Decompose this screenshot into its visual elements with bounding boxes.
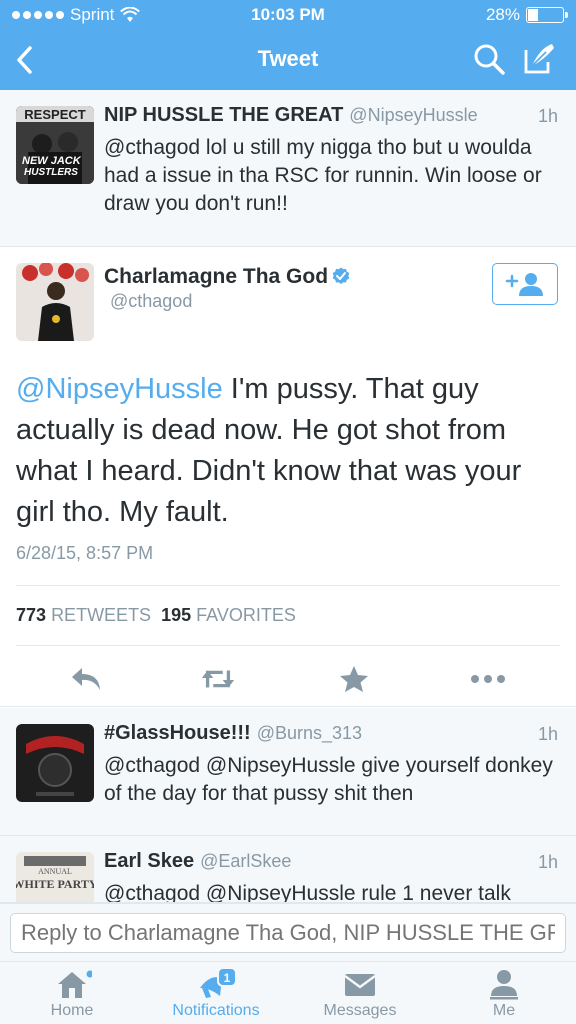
svg-text:ANNUAL: ANNUAL <box>38 867 72 876</box>
tweet-actions <box>0 659 576 699</box>
notification-badge: 1 <box>224 971 231 985</box>
mention-link[interactable]: @cthagod <box>104 136 200 159</box>
author-handle[interactable]: @EarlSkee <box>200 851 291 871</box>
tweet-text: @cthagod @NipseyHussle rule 1 never talk <box>104 882 511 903</box>
tab-messages[interactable]: Messages <box>288 962 432 1024</box>
author-name[interactable]: Earl Skee <box>104 850 194 872</box>
navigation-bar: Tweet <box>0 32 576 86</box>
status-bar: Sprint 10:03 PM 28% <box>0 0 576 30</box>
tab-label: Messages <box>323 1002 397 1019</box>
favorites-label[interactable]: FAVORITES <box>196 605 296 625</box>
divider <box>16 645 560 646</box>
add-user-icon <box>505 273 543 296</box>
profile-icon <box>490 970 518 1000</box>
more-button[interactable] <box>470 663 506 695</box>
messages-icon <box>344 974 376 996</box>
avatar[interactable]: RESPECT NEW JACK HUSTLERS <box>16 106 94 184</box>
header: Sprint 10:03 PM 28% Tweet <box>0 0 576 90</box>
avatar-image <box>16 263 94 341</box>
home-icon <box>58 970 92 998</box>
tab-home[interactable]: Home <box>0 962 144 1024</box>
retweets-label[interactable]: RETWEETS <box>51 605 151 625</box>
tab-notifications[interactable]: 1 Notifications <box>144 962 288 1024</box>
tab-me[interactable]: Me <box>432 962 576 1024</box>
avatar-image: RESPECT NEW JACK HUSTLERS <box>16 106 94 184</box>
tweet-time: 1h <box>537 852 558 872</box>
reply-input[interactable] <box>10 913 566 953</box>
retweet-count[interactable]: 773 <box>16 605 46 625</box>
tab-bar: Home 1 Notifications Messages Me <box>0 961 576 1024</box>
follow-button[interactable] <box>492 263 558 305</box>
battery-icon <box>526 7 568 23</box>
author-name[interactable]: NIP HUSSLE THE GREAT <box>104 104 343 126</box>
reply-bar <box>0 903 576 961</box>
avatar[interactable]: ANNUAL WHITE PARTY <box>16 852 94 902</box>
tweet-stats: 773 RETWEETS 195 FAVORITES <box>16 605 296 626</box>
avatar-image: ANNUAL WHITE PARTY <box>16 852 94 902</box>
favorite-count[interactable]: 195 <box>161 605 191 625</box>
tab-label: Home <box>50 1002 94 1019</box>
tweet-text: @cthagod lol u still my nigga tho but u … <box>104 134 556 218</box>
battery-percent: 28% <box>485 5 520 24</box>
tweet-item[interactable]: ANNUAL WHITE PARTY Earl Skee @EarlSkee 1h… <box>0 836 576 903</box>
tweet-item[interactable]: #GlassHouse!!! @Burns_313 1h @cthagod @Ni… <box>0 708 576 836</box>
avatar[interactable] <box>16 263 94 341</box>
divider <box>16 585 560 586</box>
more-icon <box>471 675 505 683</box>
svg-text:RESPECT: RESPECT <box>24 107 85 122</box>
avatar-image <box>16 724 94 802</box>
mention-link[interactable]: @NipseyHussle <box>16 373 223 405</box>
svg-text:HUSTLERS: HUSTLERS <box>24 167 78 178</box>
author-handle[interactable]: @Burns_313 <box>257 723 362 743</box>
reply-button[interactable] <box>68 663 104 695</box>
author-name[interactable]: #GlassHouse!!! <box>104 722 251 744</box>
tab-label: Notifications <box>172 1002 260 1019</box>
search-icon[interactable] <box>472 42 506 76</box>
favorite-button[interactable] <box>336 663 372 695</box>
reply-icon <box>72 668 100 690</box>
avatar[interactable] <box>16 724 94 802</box>
author-handle[interactable]: @cthagod <box>110 291 192 312</box>
retweet-button[interactable] <box>200 663 236 695</box>
verified-badge-icon <box>332 267 350 284</box>
svg-text:NEW JACK: NEW JACK <box>22 155 82 167</box>
star-icon <box>340 666 368 692</box>
tweet-text: @NipseyHussle I'm pussy. That guy actual… <box>16 369 558 533</box>
tab-label: Me <box>492 1002 516 1019</box>
svg-text:WHITE PARTY: WHITE PARTY <box>16 877 94 891</box>
focused-tweet: Charlamagne Tha God @cthagod @NipseyHuss… <box>0 247 576 707</box>
notifications-icon: 1 <box>200 968 236 998</box>
compose-icon[interactable] <box>520 40 558 78</box>
author-handle[interactable]: @NipseyHussle <box>349 105 477 125</box>
retweet-icon <box>201 670 235 688</box>
tweet-timestamp: 6/28/15, 8:57 PM <box>16 543 154 563</box>
tweet-item[interactable]: RESPECT NEW JACK HUSTLERS NIP HUSSLE THE… <box>0 90 576 247</box>
tweet-text: @cthagod @NipseyHussle give yourself don… <box>104 754 553 805</box>
author-name[interactable]: Charlamagne Tha God <box>104 265 328 288</box>
tweet-time: 1h <box>537 724 558 744</box>
tweet-time: 1h <box>537 106 558 126</box>
